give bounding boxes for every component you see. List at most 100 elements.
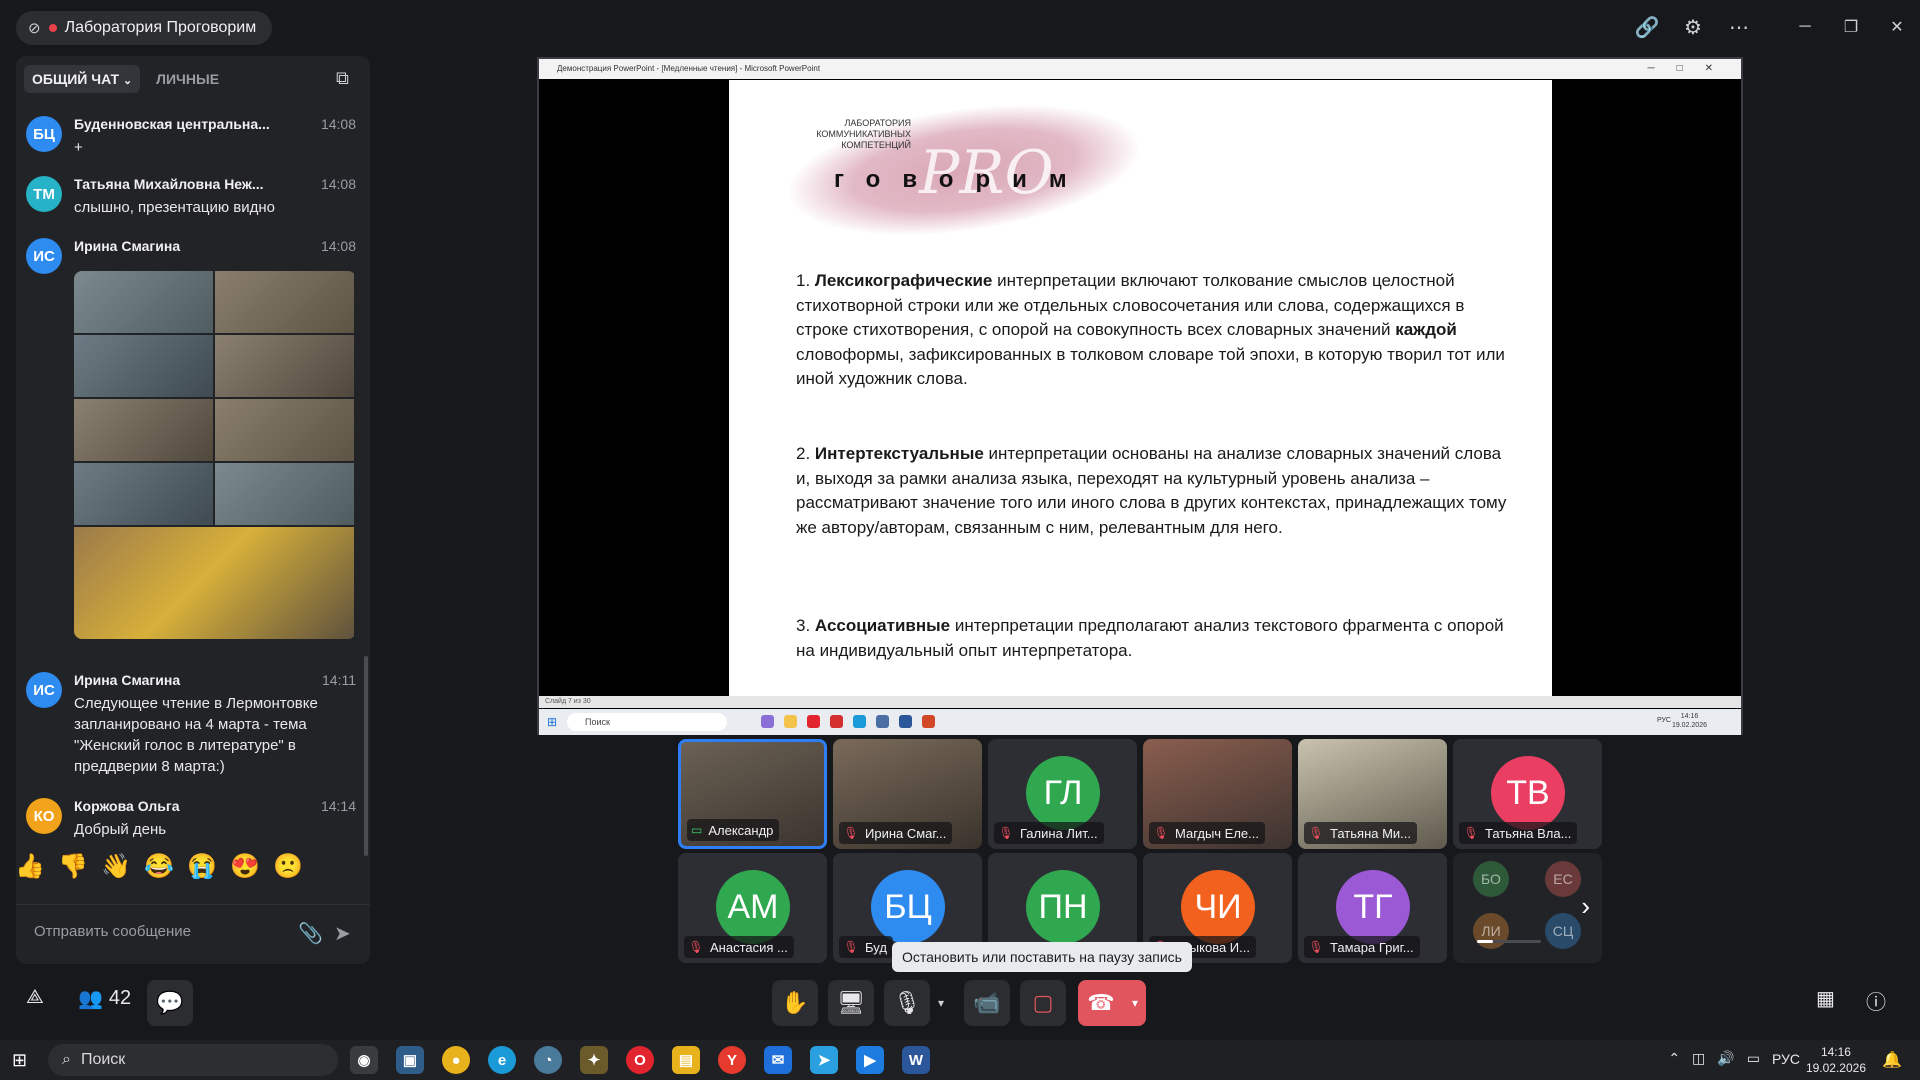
- participant-tile[interactable]: ▭ Александр: [678, 739, 827, 849]
- minimize-button[interactable]: ─: [1782, 0, 1828, 54]
- p3-bold: Ассоциативные: [814, 616, 951, 635]
- edge-icon[interactable]: e: [488, 1046, 516, 1074]
- network-icon[interactable]: ▭: [1747, 1050, 1760, 1067]
- message-composer: Отправить сообщение 📎 ➤: [16, 904, 370, 962]
- heart-eyes-reaction[interactable]: 😍: [230, 852, 260, 880]
- chat-scrollbar[interactable]: [364, 656, 368, 856]
- camera-tray-icon[interactable]: ◫: [1692, 1050, 1705, 1067]
- apps-button[interactable]: ⟁: [26, 986, 44, 1009]
- mic-button[interactable]: 🎙: [884, 980, 930, 1026]
- photo[interactable]: [215, 399, 354, 461]
- chevron-down-icon: ▾: [1131, 996, 1139, 1010]
- chat-toggle-button[interactable]: 💬: [147, 980, 193, 1026]
- word-icon[interactable]: W: [902, 1046, 930, 1074]
- tab-general-chat[interactable]: ОБЩИЙ ЧАТ ⌄: [24, 65, 141, 93]
- send-icon[interactable]: ➤: [334, 921, 351, 946]
- link-icon[interactable]: 🔗: [1634, 14, 1660, 40]
- p3-number: 3.: [796, 616, 811, 635]
- leave-dropdown[interactable]: ▾: [1124, 980, 1146, 1026]
- message-text: Добрый день: [74, 821, 167, 838]
- app-icon[interactable]: ▣: [396, 1046, 424, 1074]
- app-icon[interactable]: ✦: [580, 1046, 608, 1074]
- wave-reaction[interactable]: 👋: [101, 852, 131, 880]
- chevron-right-icon[interactable]: ›: [1581, 891, 1590, 922]
- sad-reaction[interactable]: 🙁: [273, 852, 303, 880]
- more-icon[interactable]: ⋯: [1726, 14, 1752, 40]
- chat-icon: 💬: [156, 990, 184, 1015]
- participant-tile[interactable]: ТВ 🎙 Татьяна Вла...: [1453, 739, 1602, 849]
- photo[interactable]: [215, 335, 354, 397]
- restore-button[interactable]: ❐: [1828, 0, 1874, 54]
- word-icon: [899, 715, 912, 728]
- photo[interactable]: [74, 463, 213, 525]
- yandex-icon[interactable]: Y: [718, 1046, 746, 1074]
- folder-icon[interactable]: ▤: [672, 1046, 700, 1074]
- participant-name: Татьяна Вла...: [1485, 825, 1572, 841]
- help-button[interactable]: ⓘ: [1866, 986, 1886, 1015]
- leave-call-button[interactable]: ☎: [1078, 980, 1124, 1026]
- volume-icon[interactable]: 🔊: [1717, 1050, 1734, 1067]
- paperclip-icon[interactable]: 📎: [298, 921, 323, 946]
- participant-label: 🎙 Магдыч Еле...: [1149, 822, 1265, 844]
- message-author: Коржова Ольга: [74, 798, 180, 814]
- participant-tile[interactable]: 🎙 Ирина Смаг...: [833, 739, 982, 849]
- shapes-icon: ⟁: [26, 986, 44, 1008]
- raise-hand-button[interactable]: ✋: [772, 980, 818, 1026]
- participant-name: Галина Лит...: [1020, 825, 1098, 841]
- notification-icon[interactable]: 🔔: [1882, 1050, 1902, 1070]
- participant-tile[interactable]: ТГ 🎙 Тамара Григ...: [1298, 853, 1447, 963]
- participant-tile[interactable]: 🎙 Магдыч Еле...: [1143, 739, 1292, 849]
- photo[interactable]: [74, 527, 354, 639]
- conference-app-icon[interactable]: ▶: [856, 1046, 884, 1074]
- cry-reaction[interactable]: 😭: [187, 852, 217, 880]
- thumbs-up-reaction[interactable]: 👍: [15, 852, 45, 880]
- clock-app-icon[interactable]: ◔: [534, 1046, 562, 1074]
- photo[interactable]: [74, 271, 213, 333]
- conference-title-pill[interactable]: ⊘ Лаборатория Проговорим: [16, 11, 273, 45]
- opera-icon[interactable]: O: [626, 1046, 654, 1074]
- participant-tile[interactable]: АМ 🎙 Анастасия ...: [678, 853, 827, 963]
- popout-chat-icon[interactable]: ⧉: [336, 68, 358, 90]
- participant-name: Буд: [865, 939, 887, 955]
- shared-time: 14:16: [1680, 713, 1699, 720]
- camera-button[interactable]: 📹: [964, 980, 1010, 1026]
- participant-label: 🎙 Тамара Григ...: [1304, 936, 1420, 958]
- gear-icon[interactable]: ⚙: [1680, 14, 1706, 40]
- language-indicator[interactable]: РУС: [1772, 1051, 1800, 1067]
- tab-private[interactable]: ЛИЧНЫЕ: [148, 65, 227, 93]
- slide-paragraph-3: 3. Ассоциативные интерпретации предполаг…: [796, 614, 1516, 663]
- taskbar-clock[interactable]: 14:16 19.02.2026: [1806, 1044, 1866, 1076]
- more-participants-tile[interactable]: БО ЕС ЛИ СЦ ›: [1453, 853, 1602, 963]
- mic-dropdown[interactable]: ▾: [930, 980, 952, 1026]
- pager-active: [1477, 940, 1493, 943]
- participant-tile[interactable]: ГЛ 🎙 Галина Лит...: [988, 739, 1137, 849]
- telegram-icon[interactable]: ➤: [810, 1046, 838, 1074]
- outlook-icon[interactable]: ✉: [764, 1046, 792, 1074]
- photo[interactable]: [215, 271, 354, 333]
- camera-app-icon[interactable]: ◉: [350, 1046, 378, 1074]
- thumbs-down-reaction[interactable]: 👎: [58, 852, 88, 880]
- close-button[interactable]: ✕: [1874, 0, 1920, 54]
- laugh-reaction[interactable]: 😂: [144, 852, 174, 880]
- message-input[interactable]: Отправить сообщение: [34, 923, 191, 940]
- share-screen-button[interactable]: 🖥: [828, 980, 874, 1026]
- p2-number: 2.: [796, 444, 811, 463]
- photo[interactable]: [74, 399, 213, 461]
- layout-button[interactable]: ▦: [1816, 986, 1835, 1011]
- p1-number: 1.: [796, 271, 811, 290]
- hand-icon: ✋: [781, 990, 809, 1015]
- message-time: 14:08: [320, 116, 356, 132]
- participant-tile[interactable]: 🎙 Татьяна Ми...: [1298, 739, 1447, 849]
- mic-off-icon: 🎙: [1308, 826, 1324, 840]
- taskbar-search[interactable]: ⌕ Поиск: [48, 1044, 338, 1076]
- photo-album[interactable]: [74, 271, 356, 639]
- chat-tabs: ОБЩИЙ ЧАТ ⌄ ЛИЧНЫЕ: [16, 56, 370, 102]
- windows-start-icon[interactable]: ⊞: [12, 1050, 32, 1070]
- chrome-icon[interactable]: ●: [442, 1046, 470, 1074]
- record-button[interactable]: ▢: [1020, 980, 1066, 1026]
- chevron-up-icon[interactable]: ⌃: [1668, 1050, 1680, 1067]
- call-controls: ⟁ 👥 42 💬 ✋ 🖥 🎙 ▾ 📹 ▢ ☎ ▾ ▦ ⓘ: [0, 980, 1920, 1038]
- participants-button[interactable]: 👥 42: [78, 986, 131, 1011]
- photo[interactable]: [215, 463, 354, 525]
- photo[interactable]: [74, 335, 213, 397]
